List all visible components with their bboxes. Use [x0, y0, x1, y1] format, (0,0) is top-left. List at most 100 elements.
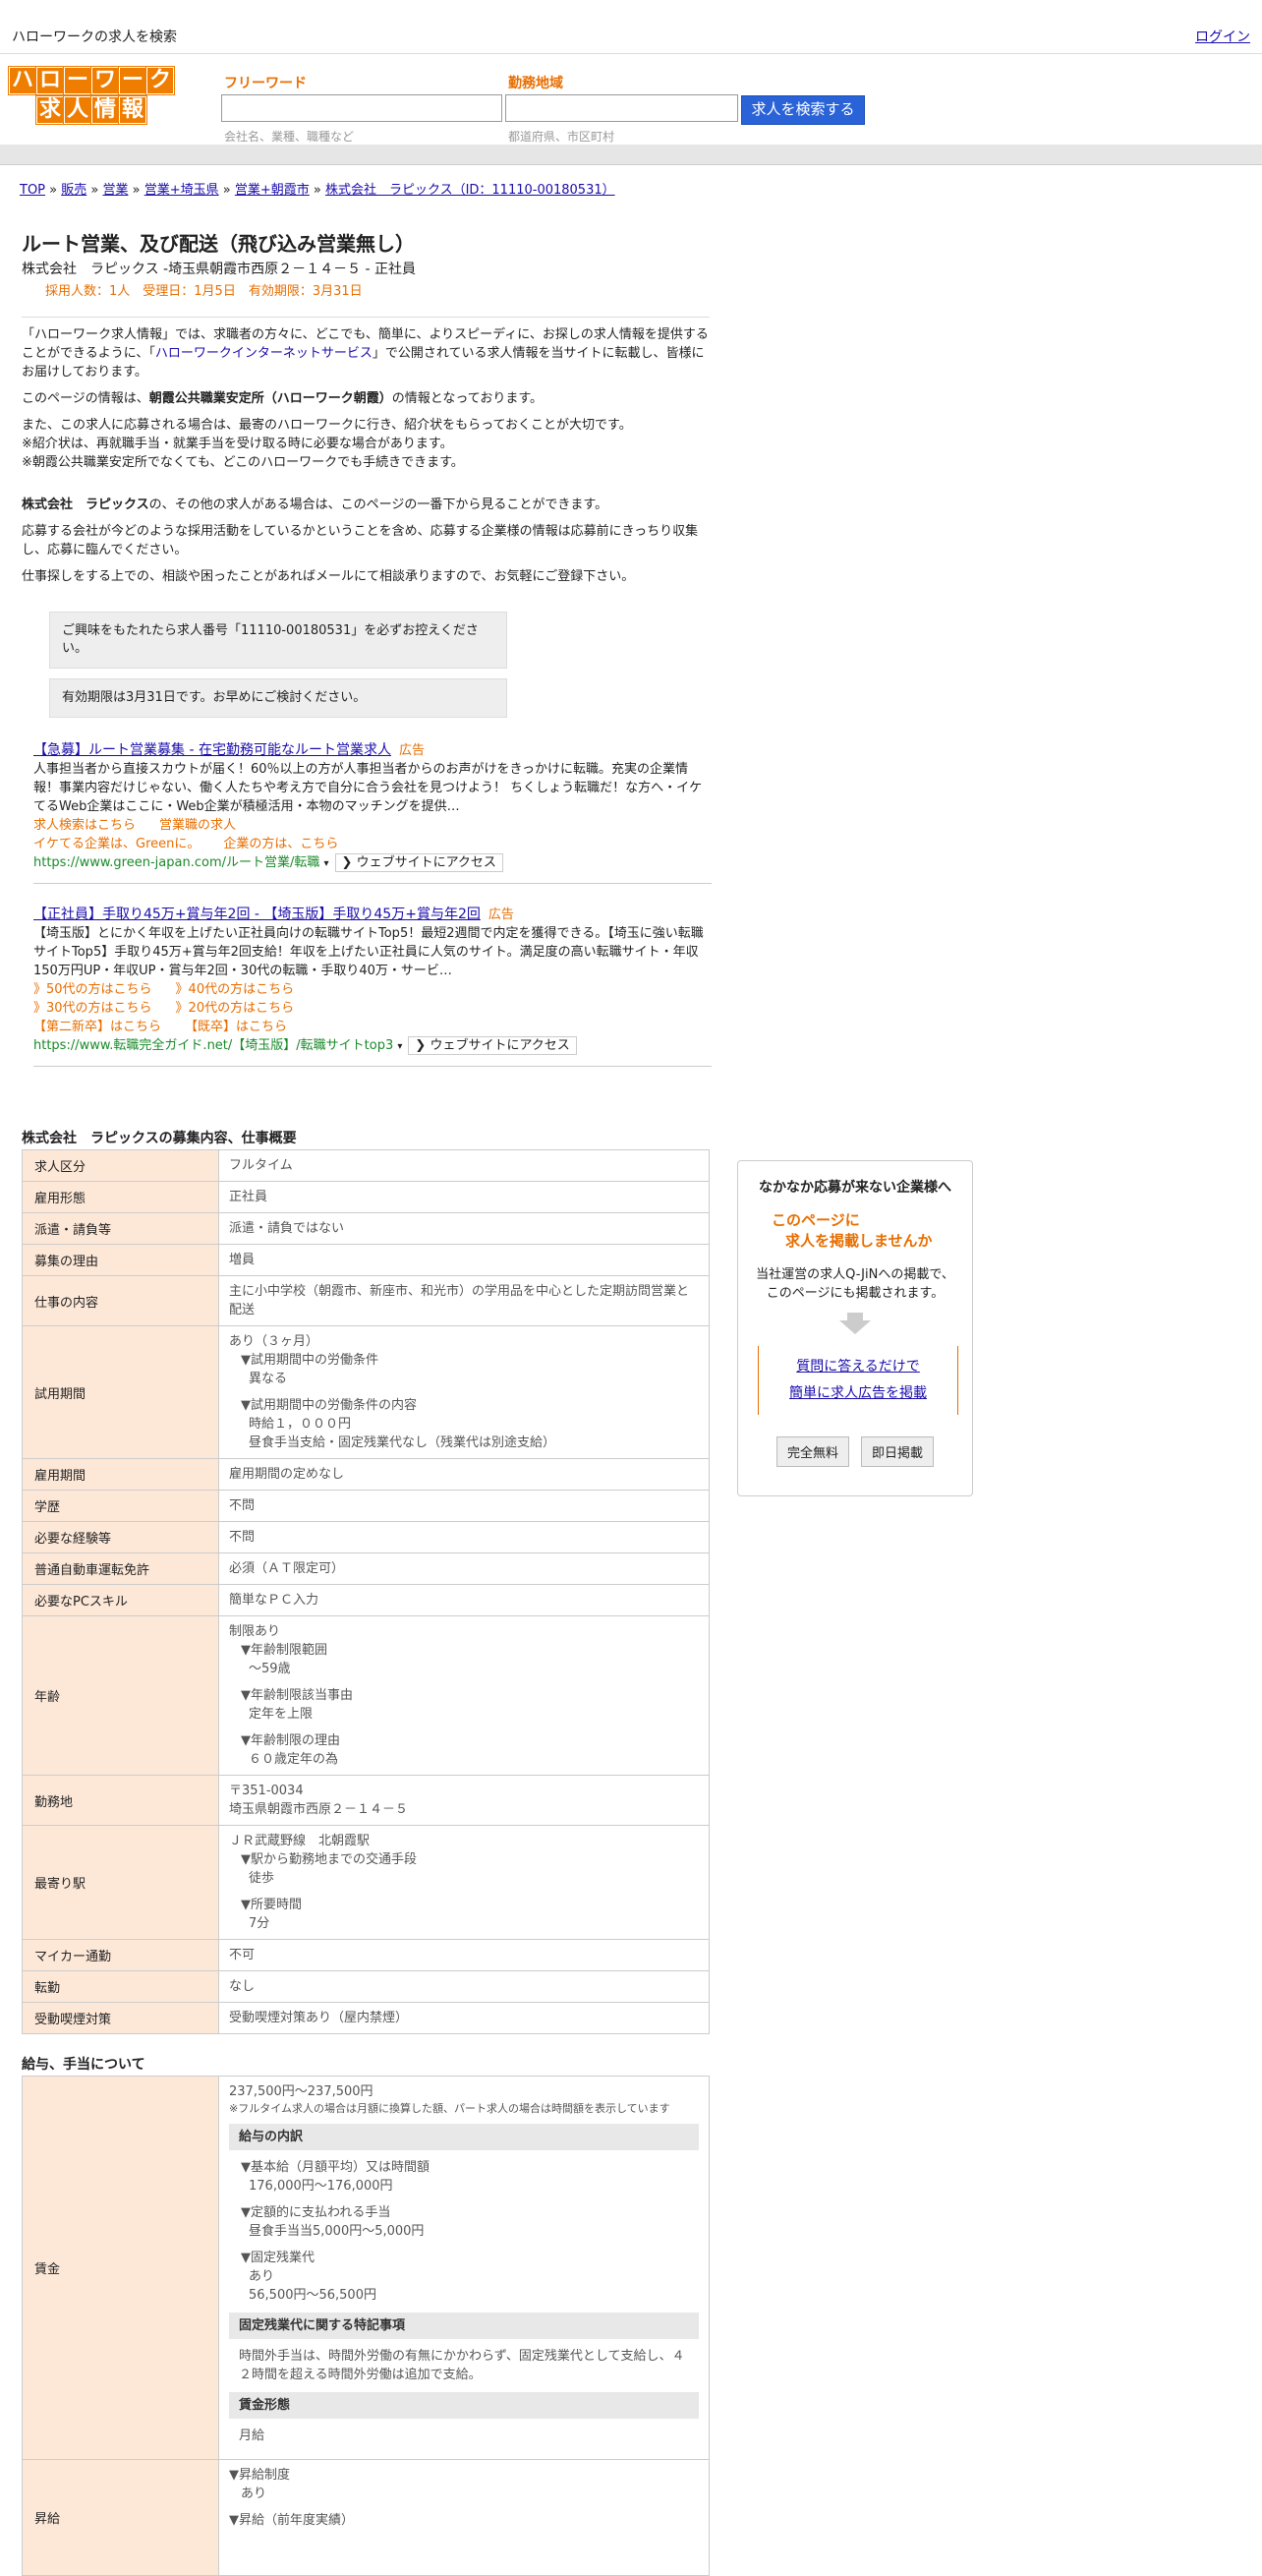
table-row: 勤務地 〒351-0034 埼玉県朝霞市西原２－１４－５	[22, 1775, 710, 1826]
ad-sitelink[interactable]: 【第二新卒】はこちら	[33, 1020, 161, 1034]
table-row: 必要なPCスキル 簡単なＰＣ入力	[22, 1584, 710, 1616]
arrow-down-icon	[839, 1313, 871, 1334]
ad-sitelink[interactable]: 企業の方は、こちら	[223, 837, 338, 851]
advertise-cta: 質問に答えるだけで 簡単に求人広告を掲載	[758, 1346, 958, 1415]
keyword-input[interactable]	[221, 94, 502, 122]
outline-table: 求人区分 フルタイム 雇用形態 正社員 派遣・請負等 派遣・請負ではない 募集の理由増…	[22, 1149, 710, 2034]
main-content: ルート営業、及び配送（飛び込み営業無し） 株式会社 ラピックス -埼玉県朝霞市西…	[22, 228, 712, 2576]
ad-sitelink[interactable]: 》50代の方はこちら	[33, 982, 152, 997]
ad-sitelinks: 【第二新卒】はこちら 【既卒】はこちら	[33, 1018, 712, 1036]
ad-sitelink[interactable]: 》30代の方はこちら	[33, 1001, 152, 1016]
table-row: 最寄り駅 ＪＲ武蔵野線 北朝霞駅 ▼駅から勤務地までの交通手段 徒歩 ▼所要時間…	[22, 1825, 710, 1940]
table-row: 年齢 制限あり ▼年齢制限範囲 〜59歳 ▼年齢制限該当事由 定年を上限 ▼年齢…	[22, 1615, 710, 1776]
intro-text: 「ハローワーク求人情報」では、求職者の方々に、どこでも、簡単に、よりスピーディに…	[22, 317, 710, 586]
advertise-body: 当社運営の求人Q-JiNへの掲載で、 このページにも掲載されます。	[756, 1267, 954, 1301]
breadcrumb: TOP » 販売 » 営業 » 営業+埼玉県 » 営業+朝霞市 » 株式会社 ラ…	[20, 183, 615, 198]
table-row: 学歴 不問	[22, 1490, 710, 1522]
intro-p2: このページの情報は、朝霞公共職業安定所（ハローワーク朝霞）の情報となっております…	[22, 391, 544, 406]
ad-sitelinks: 》50代の方はこちら 》40代の方はこちら	[33, 980, 712, 999]
ad-badge: 広告	[398, 743, 425, 758]
ad-url[interactable]: https://www.green-japan.com/ルート営業/転職	[33, 855, 319, 870]
salary-table: 賃金 237,500円〜237,500円 ※フルタイム求人の場合は月額に換算した…	[22, 2076, 710, 2576]
site-title: ハローワークの求人を検索	[12, 29, 177, 45]
advertise-cta-link-1[interactable]: 質問に答えるだけで	[796, 1359, 920, 1375]
login-link[interactable]: ログイン	[1195, 27, 1250, 46]
free-button[interactable]: 完全無料	[775, 1436, 849, 1467]
intro-p6: 株式会社 ラピックスの、その他の求人がある場合は、このページの一番下から見ること…	[22, 498, 608, 512]
ad-block-2: 【正社員】手取り45万+賞与年2回 - 【埼玉版】手取り45万+賞与年2回 広告 …	[33, 896, 712, 1067]
table-row: 昇給 ▼昇給制度 あり ▼昇給（前年度実績）	[22, 2459, 710, 2576]
outline-section: 株式会社 ラピックスの募集内容、仕事概要 求人区分 フルタイム 雇用形態 正社員 派…	[22, 1128, 710, 2034]
ad-title[interactable]: 【急募】ルート営業募集 - 在宅勤務可能なルート営業求人	[33, 742, 391, 758]
advertise-heading: なかなか応募が来ない企業様へ	[759, 1180, 951, 1196]
ad-block-1: 【急募】ルート営業募集 - 在宅勤務可能なルート営業求人 広告 人事担当者から直接…	[33, 732, 712, 884]
table-row: 必要な経験等 不問	[22, 1521, 710, 1553]
ad-sitelink[interactable]: 【既卒】はこちら	[185, 1020, 287, 1034]
chevron-down-icon[interactable]: ▾	[324, 858, 329, 869]
intro-p7: 応募する会社が今どのような採用活動をしているかということを含め、応募する企業様の…	[22, 524, 699, 557]
intro-p3: また、この求人に応募される場合は、最寄のハローワークに行き、紹介状をもらっておく…	[22, 418, 632, 433]
outline-title: 株式会社 ラピックスの募集内容、仕事概要	[22, 1131, 297, 1146]
table-row: 雇用期間 雇用期間の定めなし	[22, 1458, 710, 1491]
area-input[interactable]	[505, 94, 738, 122]
area-label: 勤務地域	[508, 76, 563, 91]
table-row: 募集の理由 増員	[22, 1244, 710, 1276]
table-row: 試用期間 あり（３ヶ月） ▼試用期間中の労働条件 異なる ▼試用期間中の労働条件…	[22, 1325, 710, 1459]
ad-sitelinks: 求人検索はこちら 営業職の求人	[33, 816, 712, 835]
job-subtitle: 株式会社 ラピックス -埼玉県朝霞市西原２－１４－５ - 正社員	[22, 262, 417, 277]
table-row: 求人区分 フルタイム	[22, 1149, 710, 1182]
advertise-cta-link-2[interactable]: 簡単に求人広告を掲載	[789, 1385, 927, 1401]
ad-sitelink[interactable]: 》20代の方はこちら	[176, 1001, 295, 1016]
deadline-note: 有効期限は3月31日です。お早めにご検討ください。	[49, 678, 507, 718]
ad-sitelinks: 》30代の方はこちら 》20代の方はこちら	[33, 999, 712, 1018]
breadcrumb-top[interactable]: TOP	[20, 183, 45, 198]
table-row: 雇用形態 正社員	[22, 1181, 710, 1213]
table-row: 普通自動車運転免許 必須（ＡＴ限定可）	[22, 1552, 710, 1585]
table-row: 派遣・請負等 派遣・請負ではない	[22, 1212, 710, 1245]
ad-visit-button[interactable]: ❯ ウェブサイトにアクセス	[408, 1036, 577, 1055]
keyword-hint: 会社名、業種、職種など	[224, 130, 355, 144]
search-button[interactable]: 求人を検索する	[741, 95, 865, 125]
ad-visit-button[interactable]: ❯ ウェブサイトにアクセス	[334, 853, 503, 872]
table-row: 転勤 なし	[22, 1970, 710, 2003]
breadcrumb-eigyo[interactable]: 営業	[102, 183, 128, 198]
job-number-note: ご興味をもたれたら求人番号「11110-00180531」を必ずお控えください。	[49, 612, 507, 669]
ad-sitelink[interactable]: 営業職の求人	[159, 818, 236, 833]
top-bar: ハローワークの求人を検索 ログイン	[0, 0, 1262, 54]
ad-sitelinks: イケてる企業は、Greenに。 企業の方は、こちら	[33, 835, 712, 853]
intro-p1: 「ハローワーク求人情報」では、求職者の方々に、どこでも、簡単に、よりスピーディに…	[22, 327, 709, 380]
breadcrumb-eigyo-saitama[interactable]: 営業+埼玉県	[144, 183, 219, 198]
intro-p8: 仕事探しをする上での、相談や困ったことがあればメールにて相談承りますので、お気軽…	[22, 569, 635, 584]
header-divider	[0, 145, 1262, 165]
breadcrumb-eigyo-asaka[interactable]: 営業+朝霞市	[235, 183, 310, 198]
chevron-down-icon[interactable]: ▾	[397, 1041, 402, 1052]
table-row: 仕事の内容 主に小中学校（朝霞市、新座市、和光市）の学用品を中心とした定期訪問営業…	[22, 1275, 710, 1326]
intro-p4: ※紹介状は、再就職手当・就業手当を受け取る時に必要な場合があります。	[22, 437, 453, 451]
ad-description: 【埼玉版】とにかく年収を上げたい正社員向けの転職サイトTop5！最短2週間で内定…	[33, 926, 704, 978]
keyword-label: フリーワード	[224, 76, 307, 91]
job-meta: 採用人数：1人 受理日：1月5日 有効期限：3月31日	[45, 284, 363, 299]
ad-sitelink[interactable]: イケてる企業は、Greenに。	[33, 837, 200, 851]
table-row: マイカー通勤 不可	[22, 1939, 710, 1971]
advertise-buttons: 完全無料 即日掲載	[738, 1436, 972, 1467]
breadcrumb-company[interactable]: 株式会社 ラピックス（ID：11110-00180531）	[325, 183, 615, 198]
ad-sitelink[interactable]: 求人検索はこちら	[33, 818, 136, 833]
job-title: ルート営業、及び配送（飛び込み営業無し）	[22, 232, 415, 256]
area-hint: 都道府県、市区町村	[508, 130, 615, 144]
salary-title: 給与、手当について	[22, 2057, 145, 2073]
same-day-button[interactable]: 即日掲載	[861, 1436, 935, 1467]
site-logo[interactable]: ハ ロ ー ワ ー ク 求 人 情 報	[4, 67, 179, 124]
table-row: 賃金 237,500円〜237,500円 ※フルタイム求人の場合は月額に換算した…	[22, 2076, 710, 2460]
ad-description: 人事担当者から直接スカウトが届く！60％以上の方が人事担当者からのお声がけをきっ…	[33, 762, 703, 814]
breadcrumb-sales[interactable]: 販売	[61, 183, 86, 198]
salary-section: 給与、手当について 賃金 237,500円〜237,500円 ※フルタイム求人の…	[22, 2054, 710, 2576]
ad-url[interactable]: https://www.転職完全ガイド.net/【埼玉版】/転職サイトtop3	[33, 1038, 393, 1053]
advertise-box: なかなか応募が来ない企業様へ このページに 求人を掲載しませんか 当社運営の求人…	[737, 1160, 973, 1496]
advertise-catch: このページに 求人を掲載しませんか	[772, 1211, 933, 1250]
ad-badge: 広告	[488, 907, 514, 922]
ad-title[interactable]: 【正社員】手取り45万+賞与年2回 - 【埼玉版】手取り45万+賞与年2回	[33, 907, 481, 922]
ad-sitelink[interactable]: 》40代の方はこちら	[176, 982, 295, 997]
intro-p5: ※朝霞公共職業安定所でなくても、どこのハローワークでも手続きできます。	[22, 455, 464, 470]
hellowork-internet-link[interactable]: ハローワークインターネットサービス	[155, 346, 373, 361]
table-row: 受動喫煙対策 受動喫煙対策あり（屋内禁煙）	[22, 2002, 710, 2034]
